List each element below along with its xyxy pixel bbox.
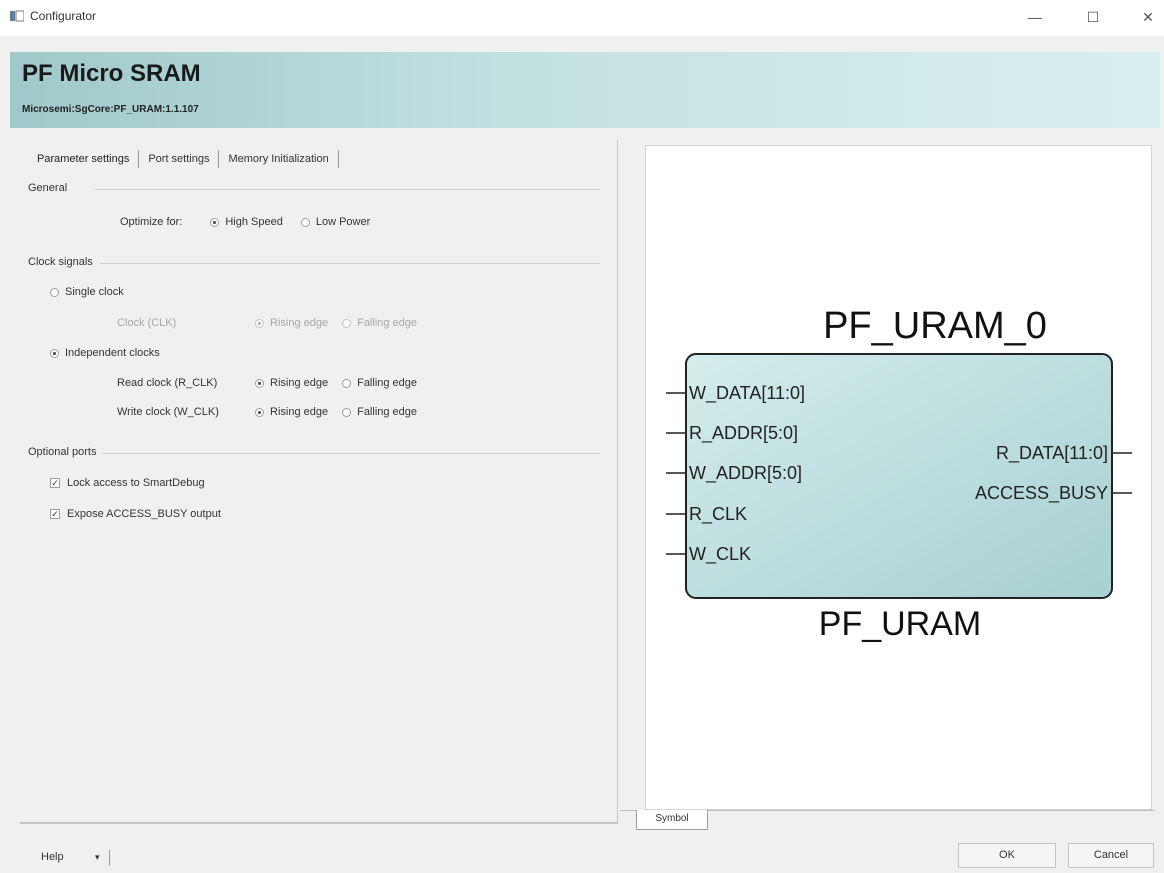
symbol-preview: PF_URAM_0 W_DATA[11:0] R_ADDR[5:0] W_ADD…: [645, 145, 1152, 810]
port-r-data: R_DATA[11:0]: [996, 443, 1108, 464]
write-clock-row: Write clock (W_CLK) Rising edge Falling …: [117, 406, 417, 418]
read-clock-falling-edge-radio[interactable]: [342, 378, 352, 388]
maximize-button[interactable]: ☐: [1081, 6, 1105, 28]
minimize-button[interactable]: —: [1023, 6, 1047, 28]
clk-rising-edge-label: Rising edge: [270, 317, 329, 329]
optimize-label: Optimize for:: [120, 216, 183, 228]
clk-rising-edge-radio: [255, 318, 264, 328]
footer-divider: [20, 822, 618, 823]
single-clock-radio[interactable]: [50, 287, 59, 297]
tab-port-settings[interactable]: Port settings: [139, 150, 220, 168]
read-clock-label: Read clock (R_CLK): [117, 377, 218, 389]
write-clock-label: Write clock (W_CLK): [117, 406, 219, 418]
help-separator: [109, 850, 110, 866]
read-clock-falling-edge-label: Falling edge: [357, 377, 418, 389]
single-clock-row: Single clock: [50, 286, 124, 298]
configuration-panel: Parameter settings Port settings Memory …: [20, 140, 618, 824]
app-icon: [10, 10, 24, 22]
left-port-stubs: [666, 392, 686, 555]
close-button[interactable]: ✕: [1136, 6, 1160, 28]
high-speed-radio[interactable]: [210, 217, 220, 227]
clock-clk-row: Clock (CLK) Rising edge Falling edge: [117, 317, 417, 329]
write-clock-rising-edge-radio[interactable]: [255, 407, 264, 417]
window-title: Configurator: [30, 9, 97, 23]
core-title: PF Micro SRAM: [22, 60, 201, 87]
instance-name: PF_URAM_0: [823, 305, 1047, 347]
help-dropdown-icon[interactable]: ▾: [95, 846, 100, 868]
window-titlebar: Configurator — ☐ ✕: [0, 0, 1164, 36]
lock-smartdebug-label: Lock access to SmartDebug: [67, 477, 205, 489]
group-general-divider: [95, 189, 600, 190]
low-power-label: Low Power: [315, 216, 371, 228]
lock-smartdebug-row: ✓ Lock access to SmartDebug: [50, 477, 205, 489]
help-label: Help: [41, 851, 64, 863]
expose-access-busy-row: ✓ Expose ACCESS_BUSY output: [50, 508, 221, 520]
single-clock-label: Single clock: [65, 286, 124, 298]
settings-tabs: Parameter settings Port settings Memory …: [28, 150, 339, 172]
high-speed-label: High Speed: [225, 216, 283, 228]
write-clock-falling-edge-radio[interactable]: [342, 407, 352, 417]
component-name: PF_URAM: [819, 605, 981, 643]
tab-parameter-settings[interactable]: Parameter settings: [28, 150, 140, 168]
expose-access-busy-label: Expose ACCESS_BUSY output: [67, 508, 221, 520]
independent-clocks-label: Independent clocks: [65, 347, 160, 359]
write-clock-falling-edge-label: Falling edge: [357, 406, 418, 418]
clock-clk-label: Clock (CLK): [117, 317, 177, 329]
port-w-data: W_DATA[11:0]: [689, 383, 805, 404]
port-r-addr: R_ADDR[5:0]: [689, 423, 798, 444]
header-banner: PF Micro SRAM Microsemi:SgCore:PF_URAM:1…: [10, 52, 1160, 128]
tab-symbol[interactable]: Symbol: [636, 810, 708, 830]
core-vlnv: Microsemi:SgCore:PF_URAM:1.1.107: [22, 104, 199, 115]
optimize-row: Optimize for: High Speed Low Power: [120, 216, 370, 228]
group-optional-ports-label: Optional ports: [28, 446, 97, 458]
port-access-busy: ACCESS_BUSY: [975, 483, 1108, 504]
cancel-button[interactable]: Cancel: [1068, 843, 1154, 868]
group-clock-signals-divider: [100, 263, 600, 264]
help-button[interactable]: Help ▾: [33, 846, 113, 868]
independent-clocks-radio[interactable]: [50, 348, 59, 358]
independent-clocks-row: Independent clocks: [50, 347, 160, 359]
expose-access-busy-checkbox[interactable]: ✓: [50, 509, 60, 519]
lock-smartdebug-checkbox[interactable]: ✓: [50, 478, 60, 488]
group-clock-signals-label: Clock signals: [28, 256, 93, 268]
read-clock-rising-edge-label: Rising edge: [270, 377, 329, 389]
read-clock-row: Read clock (R_CLK) Rising edge Falling e…: [117, 377, 417, 389]
group-general-label: General: [28, 182, 68, 194]
group-optional-ports-divider: [102, 453, 600, 454]
clk-falling-edge-radio: [342, 318, 352, 328]
write-clock-rising-edge-label: Rising edge: [270, 406, 329, 418]
port-w-clk: W_CLK: [689, 544, 751, 565]
clk-falling-edge-label: Falling edge: [357, 317, 418, 329]
port-r-clk: R_CLK: [689, 504, 747, 525]
low-power-radio[interactable]: [300, 217, 310, 227]
read-clock-rising-edge-radio[interactable]: [255, 378, 264, 388]
ok-button[interactable]: OK: [958, 843, 1056, 868]
right-port-stubs: [1112, 452, 1132, 494]
port-w-addr: W_ADDR[5:0]: [689, 463, 802, 484]
tab-memory-initialization[interactable]: Memory Initialization: [219, 150, 339, 168]
symbol-diagram: PF_URAM_0 W_DATA[11:0] R_ADDR[5:0] W_ADD…: [666, 305, 1132, 643]
